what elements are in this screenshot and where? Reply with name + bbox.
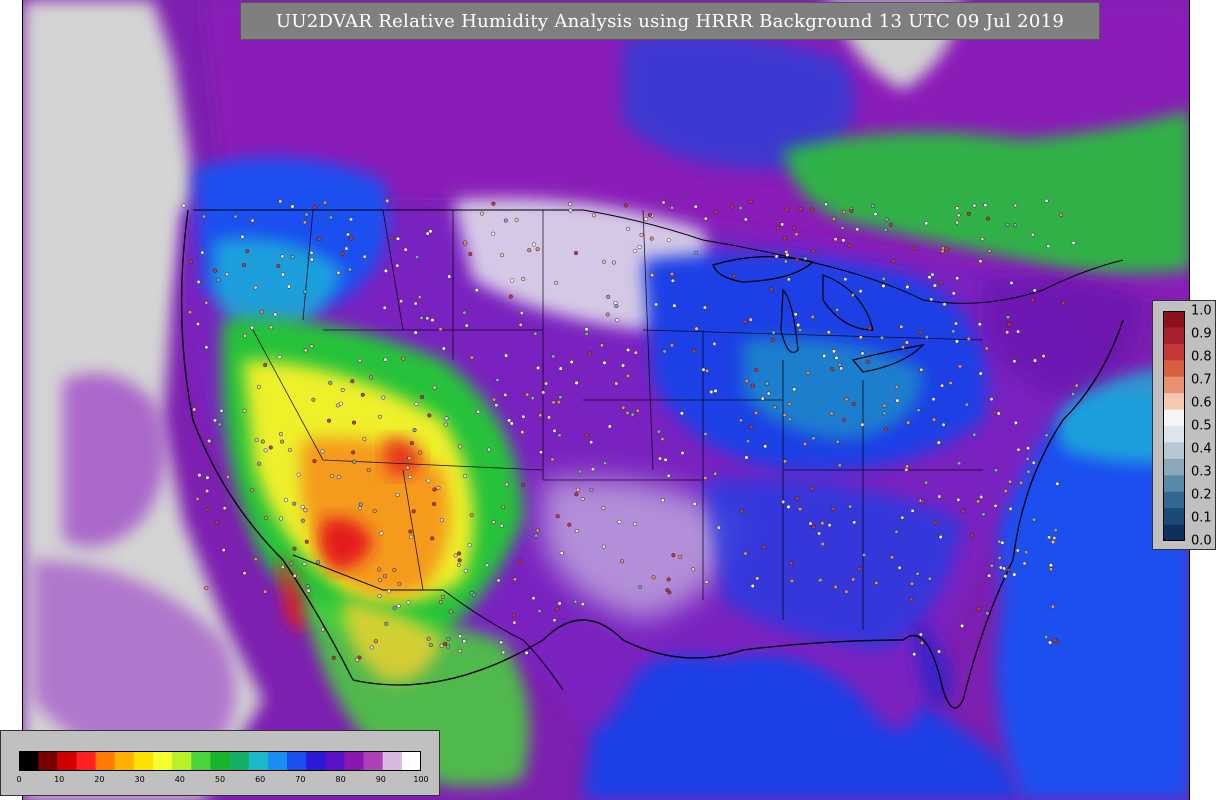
station-colorbar-tick-label: 1.0	[1191, 303, 1212, 319]
station-colorbar-tick-label: 0.8	[1191, 349, 1212, 365]
rh-colorbar-swatch	[133, 751, 154, 771]
station-colorbar-swatch	[1163, 475, 1185, 493]
station-colorbar-swatch	[1163, 458, 1185, 476]
station-colorbar-tick-label: 0.4	[1191, 441, 1212, 457]
station-colorbar-tick-label: 0.2	[1191, 487, 1212, 503]
station-colorbar-tick-label: 0.0	[1191, 533, 1212, 549]
rh-colorbar-panel: 0 10 20 30 40 50 60 70 80 90 100	[0, 730, 440, 796]
station-colorbar-tick-label: 0.3	[1191, 464, 1212, 480]
rh-colorbar-tick-label: 40	[174, 775, 185, 784]
station-colorbar-tick-label: 0.7	[1191, 372, 1212, 388]
rh-colorbar-tick-label: 100	[413, 775, 429, 784]
station-colorbar-swatch	[1163, 360, 1185, 378]
station-colorbar-tick-label: 0.5	[1191, 418, 1212, 434]
station-colorbar-panel: 1.0 0.9 0.8 0.7 0.6 0.5 0.4 0.3 0.2 0.1 0.0	[1152, 300, 1216, 550]
rh-colorbar-swatch	[401, 751, 421, 771]
rh-colorbar-swatch	[229, 751, 250, 771]
station-colorbar-swatch	[1163, 426, 1185, 444]
station-colorbar-swatch	[1163, 491, 1185, 509]
rh-colorbar-tick-label: 70	[295, 775, 306, 784]
humidity-map	[23, 0, 1189, 800]
rh-colorbar-swatch	[38, 751, 58, 771]
station-colorbar-swatch	[1163, 393, 1185, 411]
rh-colorbar-swatch	[306, 751, 326, 771]
rh-colorbar-swatch	[267, 751, 288, 771]
rh-colorbar-swatch	[248, 751, 269, 771]
rh-colorbar-tick-label: 50	[214, 775, 226, 784]
rh-colorbar-swatch	[325, 751, 346, 771]
station-colorbar-swatch	[1163, 409, 1185, 427]
rh-colorbar-tick-label: 60	[255, 775, 266, 784]
rh-colorbar-tick-label: 20	[94, 775, 105, 784]
rh-colorbar-tick-label: 80	[335, 775, 346, 784]
station-colorbar-swatch	[1163, 376, 1185, 394]
rh-colorbar-swatch	[172, 751, 192, 771]
rh-colorbar	[19, 751, 421, 771]
station-colorbar-tick-label: 0.1	[1191, 510, 1212, 526]
rh-colorbar-tick-label: 10	[54, 775, 65, 784]
rh-colorbar-swatch	[363, 751, 384, 771]
station-colorbar-swatch	[1163, 343, 1185, 361]
rh-colorbar-tick-label: 30	[134, 775, 145, 784]
station-colorbar-swatch	[1163, 311, 1185, 329]
station-colorbar-tick-label: 0.9	[1191, 326, 1212, 342]
station-colorbar-tick-label: 0.6	[1191, 395, 1212, 411]
rh-colorbar-swatch	[287, 751, 307, 771]
rh-colorbar-swatch	[210, 751, 231, 771]
rh-colorbar-swatch	[191, 751, 212, 771]
map-area	[22, 0, 1190, 800]
map-title: UU2DVAR Relative Humidity Analysis using…	[240, 2, 1100, 40]
rh-colorbar-swatch	[19, 751, 39, 771]
rh-colorbar-swatch	[114, 751, 135, 771]
station-colorbar	[1163, 311, 1185, 541]
rh-colorbar-swatch	[76, 751, 97, 771]
station-colorbar-swatch	[1163, 327, 1185, 345]
station-colorbar-swatch	[1163, 508, 1185, 526]
rh-colorbar-swatch	[57, 751, 78, 771]
rh-colorbar-swatch	[344, 751, 365, 771]
rh-colorbar-tick-label: 90	[375, 775, 386, 784]
rh-colorbar-swatch	[382, 751, 403, 771]
rh-colorbar-swatch	[153, 751, 173, 771]
rh-colorbar-swatch	[95, 751, 116, 771]
station-colorbar-swatch	[1163, 442, 1185, 460]
rh-colorbar-tick-label: 0	[16, 775, 22, 784]
station-colorbar-swatch	[1163, 524, 1185, 541]
